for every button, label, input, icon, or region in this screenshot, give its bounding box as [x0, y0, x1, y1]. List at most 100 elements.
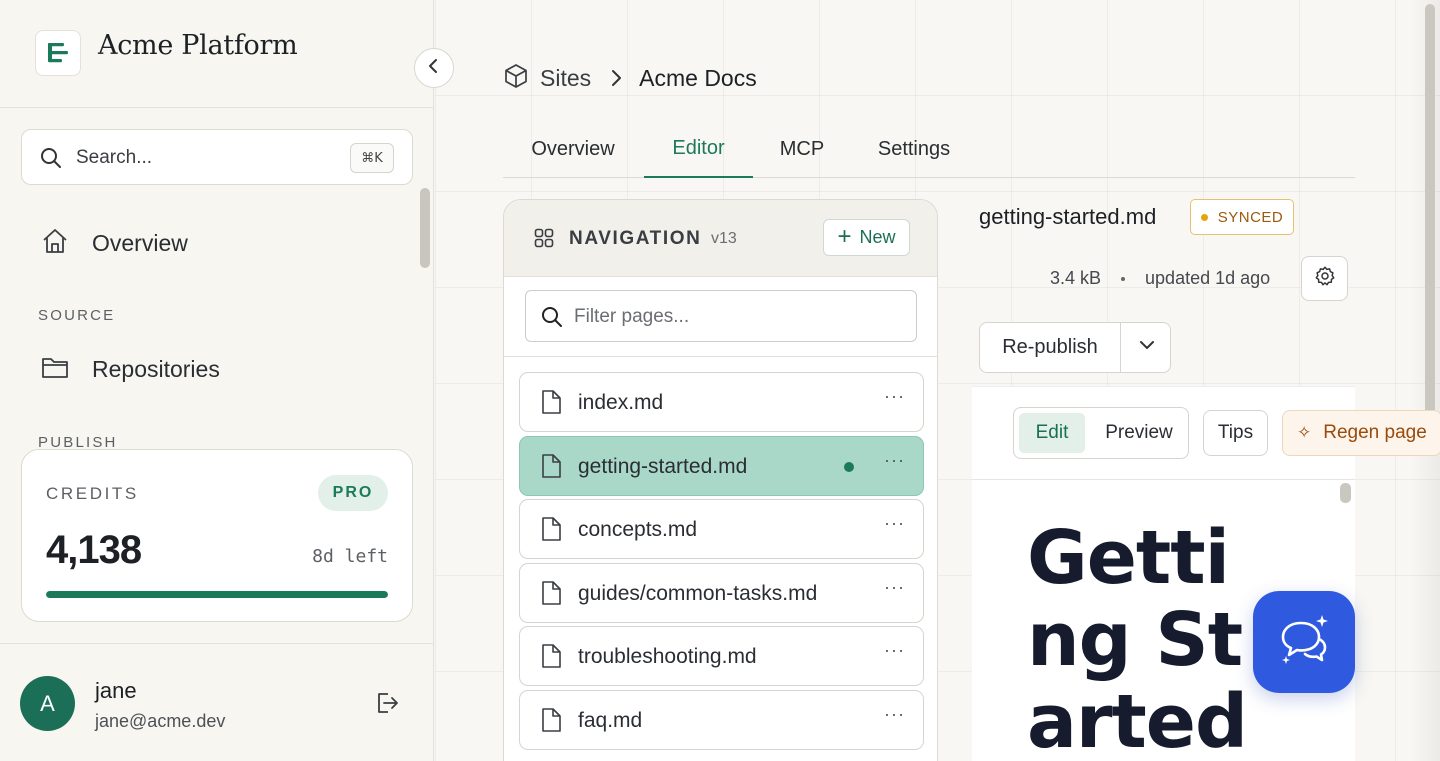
meta-separator [1121, 276, 1126, 281]
chevron-down-icon [1138, 336, 1156, 359]
unsaved-dot [844, 462, 854, 472]
credits-progress-bar [46, 591, 388, 598]
regen-page-button[interactable]: ✧ Regen page [1282, 410, 1440, 456]
document-settings-button[interactable] [1301, 256, 1348, 301]
regen-page-label: Regen page [1323, 422, 1427, 443]
file-row[interactable]: getting-started.md ··· [519, 436, 924, 496]
tab-bar: Overview Editor MCP Settings [503, 120, 1355, 178]
section-label-source: SOURCE [38, 307, 116, 324]
more-options-icon[interactable]: ··· [884, 577, 905, 598]
search-input[interactable] [76, 144, 346, 172]
user-name: jane [95, 678, 137, 703]
chat-assistant-button[interactable] [1253, 591, 1355, 693]
document-name: getting-started.md [979, 204, 1157, 229]
folder-icon [40, 352, 70, 387]
file-row[interactable]: concepts.md ··· [519, 499, 924, 559]
search-shortcut: ⌘K [350, 143, 394, 173]
credits-progress-fill [46, 591, 388, 598]
search-box[interactable]: ⌘K [21, 129, 413, 185]
tab-editor[interactable]: Editor [644, 120, 753, 178]
editor-scrollbar[interactable] [1340, 483, 1351, 503]
credits-label: CREDITS [46, 484, 139, 503]
file-icon [540, 580, 562, 611]
plan-badge: PRO [318, 475, 388, 511]
file-name: guides/common-tasks.md [578, 582, 818, 605]
cube-icon [503, 63, 529, 94]
file-name: getting-started.md [578, 455, 748, 478]
avatar[interactable]: A [20, 676, 75, 731]
navigation-header: NAVIGATION v13 + New [504, 200, 937, 277]
file-row[interactable]: index.md ··· [519, 372, 924, 432]
file-name: faq.md [578, 709, 643, 732]
file-name: troubleshooting.md [578, 645, 757, 668]
file-row[interactable]: guides/common-tasks.md ··· [519, 563, 924, 623]
chat-sparkle-icon [1275, 611, 1333, 674]
tips-button[interactable]: Tips [1203, 410, 1268, 456]
document-size: 3.4 kB [1050, 268, 1102, 288]
sparkle-icon: ✧ [1297, 423, 1312, 442]
file-icon [540, 707, 562, 738]
more-options-icon[interactable]: ··· [884, 640, 905, 661]
editor-panel: Edit Preview Tips ✧ Regen page Getting S… [972, 386, 1440, 761]
more-options-icon[interactable]: ··· [884, 513, 905, 534]
collapse-sidebar-button[interactable] [414, 48, 454, 88]
file-icon [540, 643, 562, 674]
credits-amount: 4,138 [46, 528, 142, 572]
document-heading: Getting Started [1027, 515, 1248, 761]
tab-settings[interactable]: Settings [863, 120, 965, 178]
sidebar-item-label: Overview [92, 229, 188, 256]
file-name: concepts.md [578, 518, 698, 541]
navigation-title: NAVIGATION [569, 228, 702, 249]
filter-area [504, 277, 937, 357]
brand-header: Acme Platform [0, 0, 434, 108]
brand-logo[interactable] [35, 30, 81, 76]
plus-icon: + [837, 222, 852, 250]
file-row[interactable]: faq.md ··· [519, 690, 924, 750]
search-icon [541, 306, 563, 333]
credits-card: CREDITS PRO 4,138 8d left [21, 449, 413, 622]
sidebar-item-repositories[interactable]: Repositories [40, 349, 220, 389]
status-dot [1200, 213, 1208, 221]
sidebar-item-label: Repositories [92, 355, 220, 382]
user-panel: A jane jane@acme.dev [0, 643, 434, 761]
file-name: index.md [578, 391, 664, 414]
breadcrumb-sites[interactable]: Sites [540, 65, 591, 92]
breadcrumb-current: Acme Docs [639, 64, 757, 91]
filter-pages-input[interactable] [574, 303, 894, 331]
tab-mcp[interactable]: MCP [769, 120, 835, 178]
user-email: jane@acme.dev [95, 711, 226, 731]
mode-toggle: Edit Preview [1013, 407, 1189, 459]
filter-box[interactable] [525, 290, 917, 342]
brand-title: Acme Platform [98, 30, 298, 61]
republish-button[interactable]: Re-publish [980, 323, 1121, 372]
new-page-label: New [859, 227, 896, 247]
edit-mode-button[interactable]: Edit [1019, 413, 1085, 453]
republish-menu-button[interactable] [1122, 323, 1171, 372]
more-options-icon[interactable]: ··· [884, 386, 905, 407]
main-scrollbar[interactable] [1425, 4, 1435, 444]
chevron-left-icon [425, 57, 443, 80]
tab-overview[interactable]: Overview [513, 120, 633, 178]
new-page-button[interactable]: + New [823, 219, 910, 256]
sidebar-item-overview[interactable]: Overview [40, 223, 188, 263]
navigation-panel: NAVIGATION v13 + New index.md···getting-… [503, 199, 938, 761]
file-icon [540, 516, 562, 547]
document-updated: updated 1d ago [1145, 268, 1271, 288]
sidebar-scrollbar[interactable] [420, 188, 430, 268]
file-row[interactable]: troubleshooting.md ··· [519, 626, 924, 686]
breadcrumb: Sites Acme Docs [503, 62, 757, 94]
home-icon [40, 226, 70, 261]
navigation-version: v13 [711, 230, 737, 247]
editor-toolbar: Edit Preview Tips ✧ Regen page [972, 387, 1440, 480]
preview-mode-button[interactable]: Preview [1094, 413, 1184, 453]
grid-icon [534, 228, 554, 253]
logout-icon[interactable] [374, 690, 400, 721]
more-options-icon[interactable]: ··· [884, 450, 905, 471]
chevron-right-icon [609, 68, 623, 88]
logo-icon [48, 43, 68, 63]
status-text: SYNCED [1217, 208, 1284, 226]
more-options-icon[interactable]: ··· [884, 704, 905, 725]
gear-icon [1314, 265, 1336, 292]
document-meta: 3.4 kB updated 1d ago [1050, 268, 1270, 289]
search-icon [40, 147, 62, 174]
